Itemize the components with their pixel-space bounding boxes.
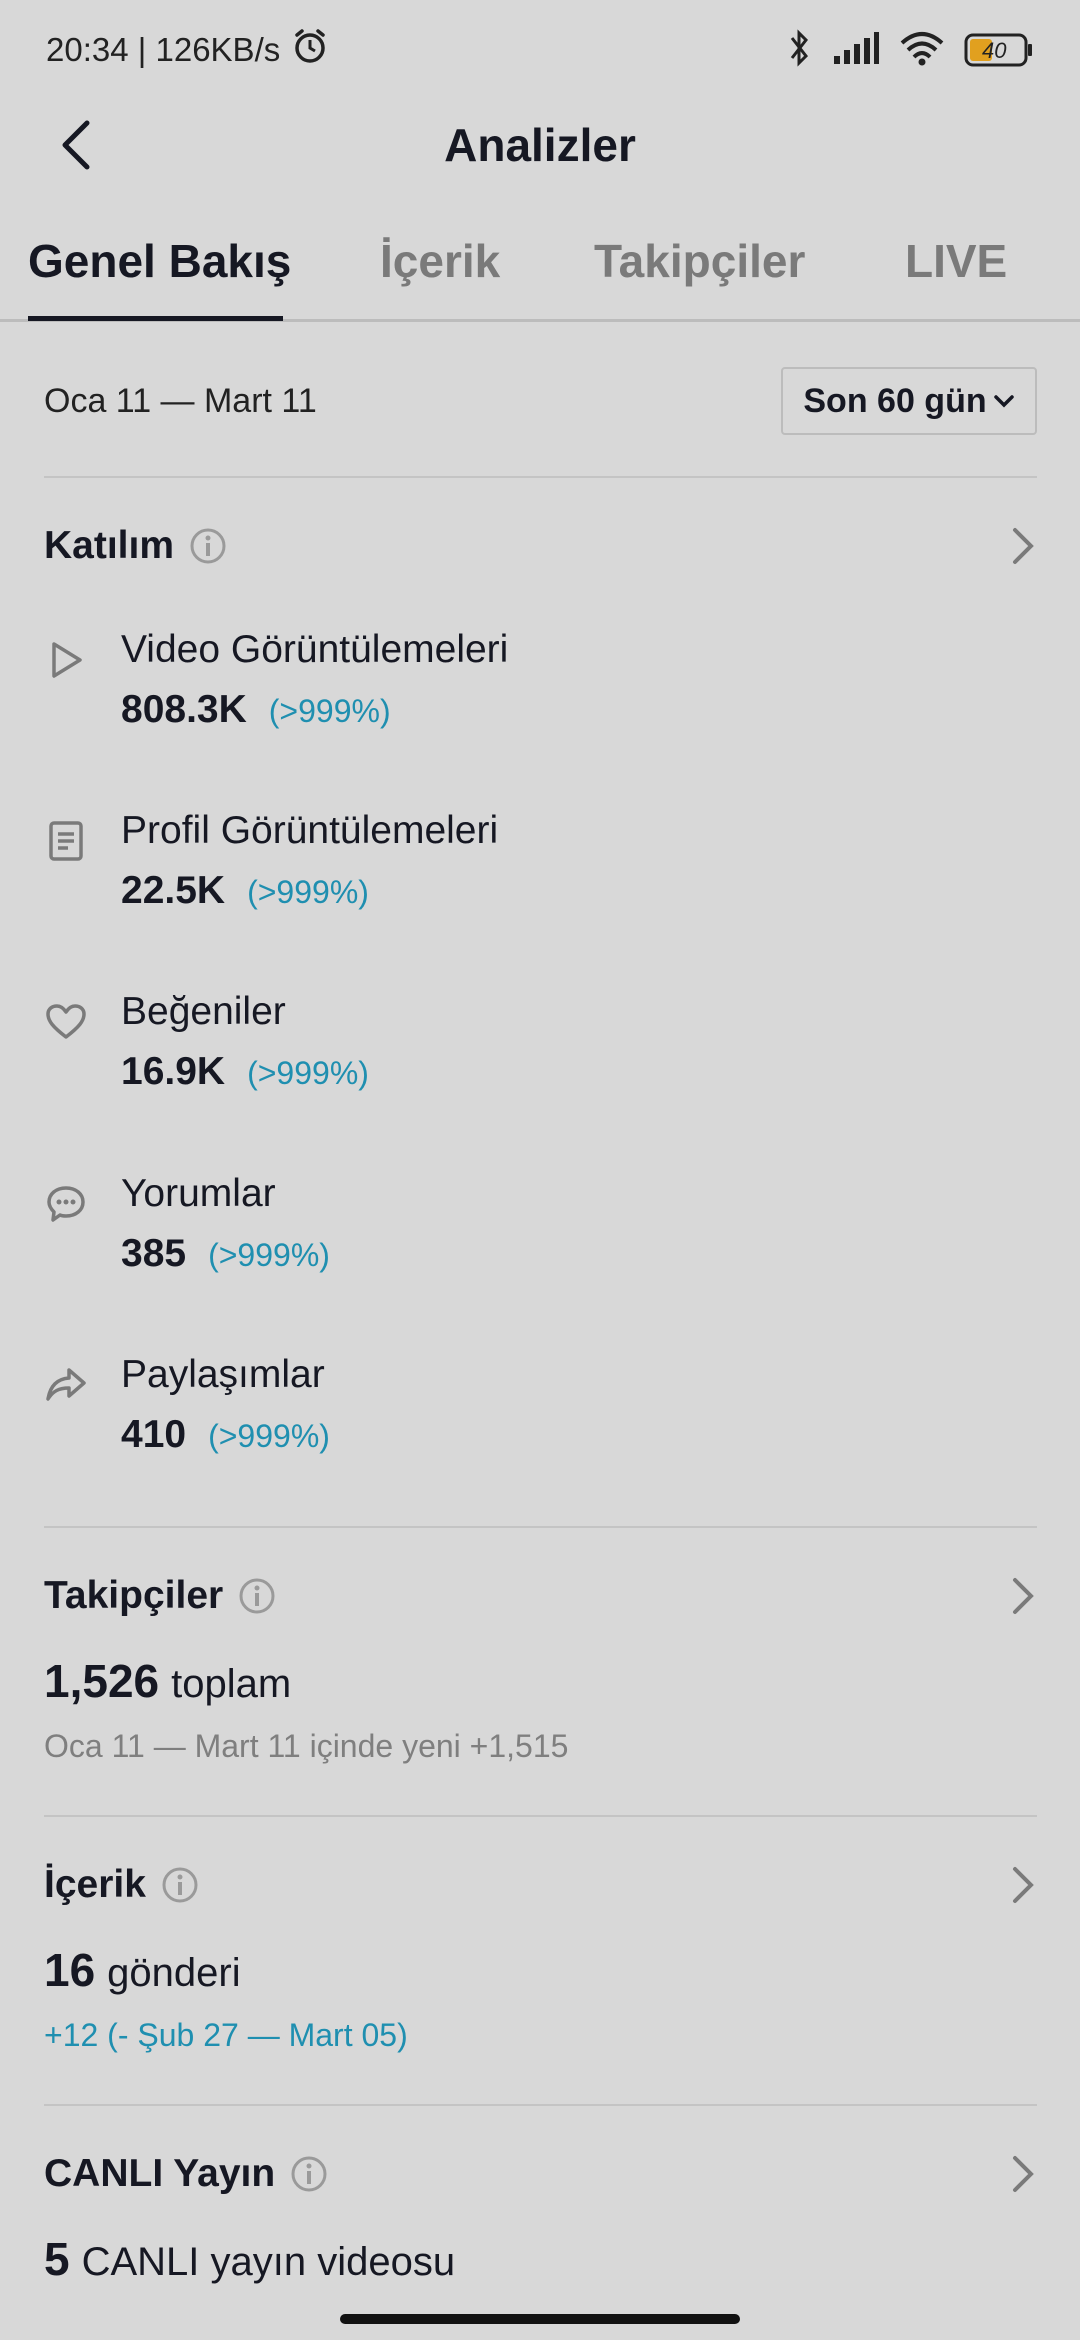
chevron-right-icon xyxy=(1007,2152,1037,2201)
content-total-unit: gönderi xyxy=(107,1951,241,1995)
info-icon[interactable] xyxy=(160,1865,200,1905)
metric-value: 808.3K xyxy=(121,688,247,731)
followers-sub-text: Oca 11 — Mart 11 içinde yeni +1,515 xyxy=(44,1728,569,1764)
battery-icon: 40 xyxy=(964,32,1034,68)
content-title: İçerik xyxy=(44,1863,146,1906)
metric-value: 385 xyxy=(121,1232,187,1275)
metric-value: 22.5K xyxy=(121,869,226,912)
content-total: 16 xyxy=(44,1944,96,1996)
info-icon[interactable] xyxy=(188,526,228,566)
chevron-down-icon xyxy=(993,395,1014,408)
metric-label: Profil Görüntülemeleri xyxy=(121,809,499,852)
page-title: Analizler xyxy=(444,119,636,171)
engagement-section-header[interactable]: Katılım xyxy=(44,516,1037,576)
metric-profile-views: Profil Görüntülemeleri 22.5K (>999%) xyxy=(44,809,1037,949)
metric-value: 16.9K xyxy=(121,1050,226,1093)
signal-icon xyxy=(832,30,880,71)
metric-value-row: 16.9K (>999%) xyxy=(121,1050,369,1094)
share-icon xyxy=(44,1363,88,1407)
followers-total-row: 1,526 toplam xyxy=(44,1654,291,1708)
heart-icon xyxy=(44,1000,88,1044)
engagement-title: Katılım xyxy=(44,524,175,567)
divider xyxy=(44,2104,1037,2106)
back-button[interactable] xyxy=(50,118,104,172)
followers-total-unit: toplam xyxy=(171,1662,292,1706)
date-range-label: Oca 11 — Mart 11 xyxy=(44,381,317,420)
tab-overview[interactable]: Genel Bakış xyxy=(28,234,291,288)
chevron-left-icon xyxy=(62,120,90,170)
metric-label: Paylaşımlar xyxy=(121,1353,325,1396)
date-range-select[interactable]: Son 60 gün xyxy=(781,367,1037,435)
home-indicator[interactable] xyxy=(340,2314,740,2324)
active-tab-indicator xyxy=(28,316,283,321)
metric-value-row: 808.3K (>999%) xyxy=(121,688,391,732)
live-section-header[interactable]: CANLI Yayın xyxy=(44,2144,1037,2204)
metric-likes: Beğeniler 16.9K (>999%) xyxy=(44,990,1037,1130)
divider xyxy=(44,476,1037,478)
date-range-select-value: Son 60 gün xyxy=(803,381,987,420)
wifi-icon xyxy=(898,29,946,72)
info-icon[interactable] xyxy=(237,1576,277,1616)
live-total-row: 5 CANLI yayın videosu xyxy=(44,2232,455,2286)
metric-value: 410 xyxy=(121,1413,187,1456)
metric-label: Video Görüntülemeleri xyxy=(121,628,509,671)
tab-content[interactable]: İçerik xyxy=(380,234,500,288)
tab-bar: Genel Bakış İçerik Takipçiler LIVE xyxy=(0,220,1080,322)
followers-total: 1,526 xyxy=(44,1655,160,1707)
metric-comments: Yorumlar 385 (>999%) xyxy=(44,1172,1037,1312)
date-row: Oca 11 — Mart 11 Son 60 gün xyxy=(44,366,1037,436)
comment-icon xyxy=(44,1182,88,1226)
live-total: 5 xyxy=(44,2233,70,2285)
status-time-speed: 20:34 | 126KB/s xyxy=(46,31,281,68)
metric-video-views: Video Görüntülemeleri 808.3K (>999%) xyxy=(44,628,1037,768)
metric-label: Beğeniler xyxy=(121,990,286,1033)
alarm-icon xyxy=(290,26,330,74)
live-title: CANLI Yayın xyxy=(44,2152,276,2195)
status-bar: 20:34 | 126KB/s 40 xyxy=(0,0,1080,100)
tab-followers[interactable]: Takipçiler xyxy=(594,234,805,288)
metric-change: (>999%) xyxy=(247,1055,369,1091)
content-sub-text: +12 (- Şub 27 — Mart 05) xyxy=(44,2017,408,2053)
followers-section-header[interactable]: Takipçiler xyxy=(44,1566,1037,1626)
metric-value-row: 410 (>999%) xyxy=(121,1413,330,1457)
divider xyxy=(44,1815,1037,1817)
battery-level: 40 xyxy=(982,38,1007,63)
play-icon xyxy=(44,638,88,682)
followers-title: Takipçiler xyxy=(44,1574,224,1617)
header: Analizler xyxy=(0,100,1080,190)
live-total-unit: CANLI yayın videosu xyxy=(81,2240,456,2284)
content-total-row: 16 gönderi xyxy=(44,1943,241,1997)
metric-change: (>999%) xyxy=(208,1237,330,1273)
metric-label: Yorumlar xyxy=(121,1172,276,1215)
metric-shares: Paylaşımlar 410 (>999%) xyxy=(44,1353,1037,1493)
metric-change: (>999%) xyxy=(268,693,391,729)
info-icon[interactable] xyxy=(289,2154,329,2194)
status-right: 40 xyxy=(784,28,1034,73)
bluetooth-icon xyxy=(784,28,814,73)
chevron-right-icon xyxy=(1007,524,1037,573)
profile-doc-icon xyxy=(44,819,88,863)
metric-value-row: 22.5K (>999%) xyxy=(121,869,369,913)
tab-live[interactable]: LIVE xyxy=(905,234,1007,288)
content-section-header[interactable]: İçerik xyxy=(44,1855,1037,1915)
chevron-right-icon xyxy=(1007,1574,1037,1623)
status-left: 20:34 | 126KB/s xyxy=(46,26,330,74)
metric-value-row: 385 (>999%) xyxy=(121,1232,330,1276)
metric-change: (>999%) xyxy=(247,874,369,910)
divider xyxy=(44,1526,1037,1528)
metric-change: (>999%) xyxy=(208,1418,330,1454)
chevron-right-icon xyxy=(1007,1863,1037,1912)
